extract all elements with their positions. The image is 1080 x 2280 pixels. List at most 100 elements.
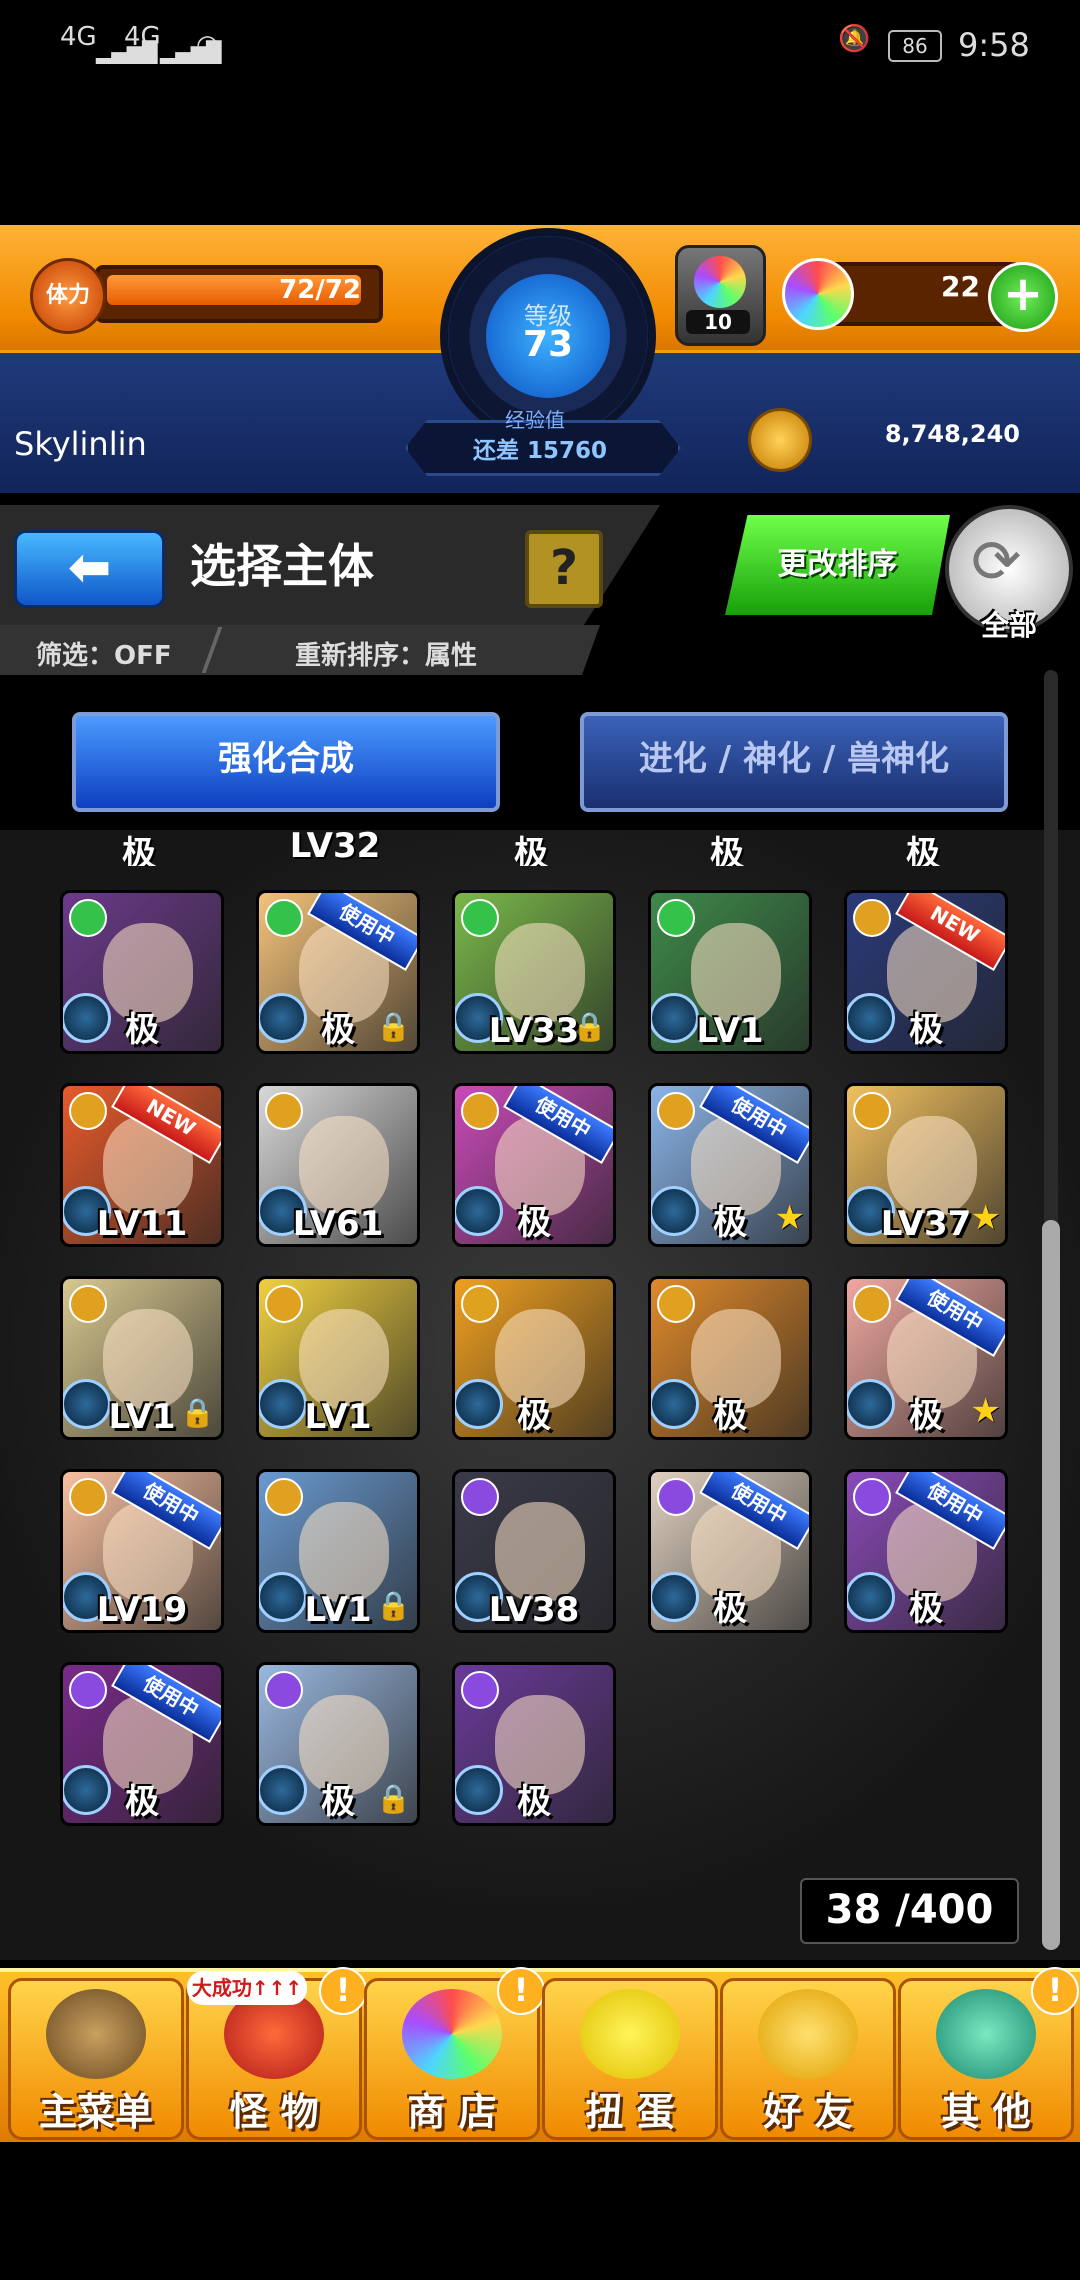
monster-card[interactable]: NEW 极 bbox=[844, 890, 1008, 1054]
coin-icon bbox=[748, 408, 812, 472]
exp-remaining: 还差 15760 bbox=[472, 438, 608, 464]
filter-toggle[interactable]: 筛选：OFF bbox=[36, 635, 172, 672]
change-sort-button[interactable]: 更改排序 bbox=[725, 515, 950, 615]
nav-rainbow-orb[interactable]: 商 店! bbox=[364, 1967, 545, 2140]
stamina-icon: 体力 bbox=[30, 258, 106, 334]
monster-portrait bbox=[299, 1116, 389, 1216]
partial-card-label: 极 bbox=[514, 834, 548, 866]
purple-element-icon bbox=[265, 1671, 303, 1709]
gold-element-icon bbox=[461, 1092, 499, 1130]
promo-badge: 大成功↑↑↑ bbox=[187, 1971, 307, 2005]
monster-portrait bbox=[299, 1502, 389, 1602]
monster-level-label: LV1 bbox=[108, 1397, 176, 1437]
purple-element-icon bbox=[69, 1671, 107, 1709]
green-element-icon bbox=[657, 899, 695, 937]
monster-card[interactable]: 极 bbox=[452, 1276, 616, 1440]
alert-icon: ! bbox=[1031, 1967, 1079, 2015]
monster-card[interactable]: 极 bbox=[452, 1662, 616, 1826]
signal-icon-2: 4G bbox=[124, 22, 161, 52]
nav-other[interactable]: 其 他! bbox=[898, 1967, 1079, 2140]
monster-level-label: LV37 bbox=[880, 1204, 972, 1244]
show-all-button[interactable]: ⟳ 全部 bbox=[945, 505, 1073, 642]
monster-card[interactable]: 使用中 ★ 极 bbox=[844, 1276, 1008, 1440]
monster-card[interactable]: LV61 bbox=[256, 1083, 420, 1247]
monster-card[interactable]: 使用中极 bbox=[60, 1662, 224, 1826]
monster-level-label: 极 bbox=[909, 1589, 943, 1629]
coin-count: 8,748,240 bbox=[884, 420, 1020, 448]
orb-count: 22 bbox=[941, 270, 980, 303]
monster-card[interactable]: 极 bbox=[648, 1276, 812, 1440]
monster-level-label: 极 bbox=[321, 1010, 355, 1050]
gold-element-icon bbox=[461, 1285, 499, 1323]
battery-icon: 86 bbox=[888, 30, 942, 62]
nav-gacha-egg[interactable]: 扭 蛋 bbox=[542, 1978, 718, 2140]
nav-friends[interactable]: 好 友 bbox=[720, 1978, 896, 2140]
page-title: 选择主体 bbox=[190, 539, 374, 593]
exp-title: 经验值 bbox=[505, 408, 565, 432]
gold-element-icon bbox=[265, 1285, 303, 1323]
monster-card[interactable]: 🔒 LV1 bbox=[60, 1276, 224, 1440]
friends-icon bbox=[758, 1989, 858, 2079]
monster-level-label: 极 bbox=[517, 1782, 551, 1822]
gem-icon bbox=[694, 256, 746, 308]
monster-card[interactable]: LV1 bbox=[648, 890, 812, 1054]
green-element-icon bbox=[265, 899, 303, 937]
purple-element-icon bbox=[461, 1478, 499, 1516]
monster-card[interactable]: 使用中 🔒 极 bbox=[256, 890, 420, 1054]
monster-portrait bbox=[691, 923, 781, 1023]
sort-indicator[interactable]: 重新排序：属性 bbox=[295, 635, 477, 672]
username: Skylinlin bbox=[14, 425, 147, 463]
tab-power-up[interactable]: 强化合成 bbox=[72, 712, 500, 812]
nav-label: 好 友 bbox=[763, 2090, 853, 2134]
medal-count: 10 bbox=[686, 310, 750, 334]
monster-level-label: 极 bbox=[713, 1203, 747, 1243]
alert-icon: ! bbox=[497, 1967, 545, 2015]
nav-label: 商 店 bbox=[407, 2090, 497, 2134]
orb-icon bbox=[782, 258, 854, 330]
monster-card[interactable]: 使用中 ★ 极 bbox=[648, 1083, 812, 1247]
show-all-label: 全部 bbox=[980, 609, 1037, 642]
monster-card[interactable]: 🔒 LV33 bbox=[452, 890, 616, 1054]
clock: 9:58 bbox=[958, 26, 1030, 64]
monster-portrait bbox=[495, 923, 585, 1023]
gold-element-icon bbox=[657, 1285, 695, 1323]
medal-icon[interactable]: 10 bbox=[675, 245, 766, 346]
nav-label: 其 他 bbox=[941, 2090, 1031, 2134]
monster-card[interactable]: 🔒 LV1 bbox=[256, 1469, 420, 1633]
monster-card[interactable]: 🔒 极 bbox=[256, 1662, 420, 1826]
monster-card[interactable]: 使用中极 bbox=[648, 1469, 812, 1633]
other-icon bbox=[936, 1989, 1036, 2079]
nav-label: 主菜单 bbox=[38, 2090, 153, 2134]
gold-element-icon bbox=[853, 1285, 891, 1323]
gold-element-icon bbox=[853, 899, 891, 937]
gold-element-icon bbox=[69, 1285, 107, 1323]
monster-card[interactable]: 极 bbox=[60, 890, 224, 1054]
scrollbar[interactable] bbox=[1042, 1220, 1060, 1950]
nav-label: 扭 蛋 bbox=[585, 2090, 675, 2134]
monster-level-label: 极 bbox=[713, 1589, 747, 1629]
monster-card[interactable]: ★ LV37 bbox=[844, 1083, 1008, 1247]
monster-card[interactable]: 使用中极 bbox=[844, 1469, 1008, 1633]
stamina-bar: 72/72 bbox=[95, 265, 383, 323]
back-button[interactable]: ⬅ bbox=[14, 530, 165, 608]
monster-card[interactable]: LV38 bbox=[452, 1469, 616, 1633]
monster-level-label: 极 bbox=[909, 1010, 943, 1050]
partial-card-label: LV32 bbox=[289, 830, 381, 866]
monster-level-label: 极 bbox=[321, 1782, 355, 1822]
nav-monster[interactable]: 怪 物 大成功↑↑↑! bbox=[186, 1967, 367, 2140]
level-value: 73 bbox=[522, 324, 574, 365]
nav-castle[interactable]: 主菜单 bbox=[8, 1978, 184, 2140]
monster-card[interactable]: NEW LV11 bbox=[60, 1083, 224, 1247]
monster-level-label: LV61 bbox=[292, 1204, 384, 1244]
monster-card[interactable]: 使用中极 bbox=[452, 1083, 616, 1247]
tab-evolve[interactable]: 进化 / 神化 / 兽神化 bbox=[580, 712, 1008, 812]
buy-orbs-button[interactable]: + bbox=[988, 262, 1058, 332]
castle-icon bbox=[46, 1989, 146, 2079]
monster-card[interactable]: LV1 bbox=[256, 1276, 420, 1440]
nav-label: 怪 物 bbox=[229, 2090, 319, 2134]
monster-level-label: LV11 bbox=[96, 1204, 188, 1244]
refresh-icon: ⟳ bbox=[971, 527, 1022, 597]
gold-element-icon bbox=[657, 1092, 695, 1130]
monster-card[interactable]: 使用中 LV19 bbox=[60, 1469, 224, 1633]
help-button[interactable]: ? bbox=[525, 530, 603, 608]
